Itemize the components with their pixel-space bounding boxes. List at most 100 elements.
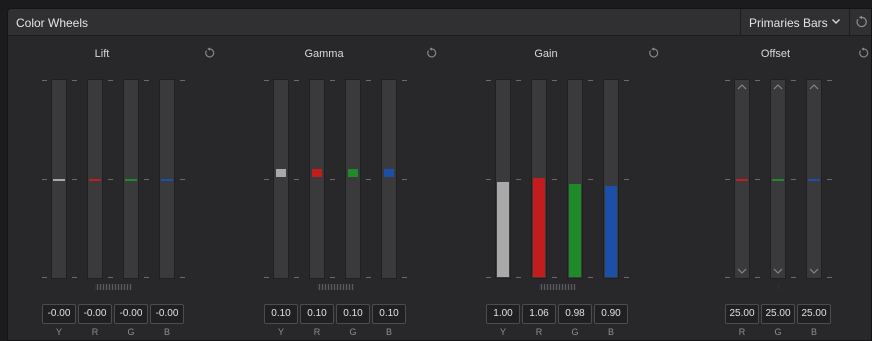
value-field-gamma-y[interactable]: 0.10 — [264, 304, 298, 324]
bar-gamma-g[interactable] — [345, 79, 361, 279]
value-field-gain-y[interactable]: 1.00 — [486, 304, 520, 324]
bar-gamma-b[interactable] — [381, 79, 397, 279]
scale-tick — [402, 179, 407, 180]
value-field-offset-g[interactable]: 25.00 — [761, 304, 795, 324]
value-field-lift-g[interactable]: -0.00 — [114, 304, 148, 324]
scale-tick — [144, 179, 149, 180]
bar-gain-y[interactable] — [495, 79, 511, 279]
chevron-down-icon — [809, 268, 819, 274]
bar-gain-r[interactable] — [531, 79, 547, 279]
bar-gamma-y[interactable] — [273, 79, 289, 279]
scale-tick — [486, 80, 491, 81]
bar-fill-g — [569, 184, 581, 277]
scale-tick — [588, 277, 593, 278]
scale-tick — [72, 80, 77, 81]
channel-label-y: Y — [55, 327, 62, 337]
scale-tick — [294, 277, 299, 278]
bar-lift-r[interactable] — [87, 79, 103, 279]
scale-tick — [144, 80, 149, 81]
value-field-gamma-g[interactable]: 0.10 — [336, 304, 370, 324]
value-field-lift-y[interactable]: -0.00 — [42, 304, 76, 324]
value-field-lift-b[interactable]: -0.00 — [150, 304, 184, 324]
bar-gamma-r[interactable] — [309, 79, 325, 279]
master-jog-wheel-lift[interactable] — [43, 282, 184, 292]
chevron-down-icon — [832, 19, 840, 24]
wheel-gamma: Gamma 0.10 Y 0.10 R 0.10 G 0.10 B — [244, 36, 454, 340]
reset-all-icon[interactable] — [855, 15, 869, 29]
value-field-gamma-b[interactable]: 0.10 — [372, 304, 406, 324]
scale-tick — [180, 277, 185, 278]
bar-fill-r — [533, 178, 545, 277]
bar-marker-r — [89, 179, 101, 181]
scale-tick — [588, 80, 593, 81]
scale-tick — [264, 277, 269, 278]
channel-label-g: G — [571, 327, 579, 337]
bar-marker-b — [808, 179, 820, 181]
scale-tick — [486, 179, 491, 180]
scale-tick — [486, 277, 491, 278]
value-field-offset-b[interactable]: 25.00 — [797, 304, 831, 324]
scale-tick — [624, 80, 629, 81]
scale-tick — [108, 179, 113, 180]
bar-lift-b[interactable] — [159, 79, 175, 279]
scale-tick — [294, 80, 299, 81]
bar-lift-g[interactable] — [123, 79, 139, 279]
master-jog-wheel-gamma[interactable] — [265, 282, 406, 292]
bar-marker-y — [53, 179, 65, 181]
channel-label-r: R — [738, 327, 746, 337]
channel-label-y: Y — [499, 327, 506, 337]
bar-offset-g[interactable] — [770, 79, 786, 279]
mode-dropdown[interactable]: Primaries Bars — [740, 9, 850, 35]
reset-offset-icon[interactable] — [858, 47, 870, 59]
channel-label-g: G — [349, 327, 357, 337]
chevron-up-icon — [737, 84, 747, 90]
chevron-down-icon — [737, 268, 747, 274]
channel-label-b: B — [163, 327, 170, 337]
scale-tick — [366, 179, 371, 180]
wheel-title-lift: Lift — [94, 48, 110, 60]
bar-marker-b — [161, 179, 173, 181]
scale-tick — [725, 179, 730, 180]
bar-marker-g — [348, 169, 358, 177]
bar-gain-b[interactable] — [603, 79, 619, 279]
channel-label-b: B — [607, 327, 614, 337]
master-jog-wheel-offset[interactable] — [726, 282, 831, 292]
scale-tick — [330, 80, 335, 81]
bar-fill-y — [497, 182, 509, 277]
scale-tick — [42, 80, 47, 81]
color-wheels-panel: Color Wheels Primaries Bars Lift -0.00 Y -0… — [7, 8, 872, 341]
scale-tick — [72, 277, 77, 278]
wheel-gain: Gain 1.00 Y 1.06 R 0.98 G 0.90 B — [466, 36, 676, 340]
scale-tick — [516, 179, 521, 180]
panel-header: Color Wheels Primaries Bars — [8, 9, 871, 36]
reset-gain-icon[interactable] — [648, 47, 660, 59]
value-field-gain-b[interactable]: 0.90 — [594, 304, 628, 324]
chevron-up-icon — [773, 84, 783, 90]
scale-tick — [624, 179, 629, 180]
value-field-gain-g[interactable]: 0.98 — [558, 304, 592, 324]
bar-marker-y — [276, 169, 286, 177]
scale-tick — [791, 179, 796, 180]
value-field-lift-r[interactable]: -0.00 — [78, 304, 112, 324]
scale-tick — [180, 80, 185, 81]
value-field-offset-r[interactable]: 25.00 — [725, 304, 759, 324]
master-jog-wheel-gain[interactable] — [487, 282, 628, 292]
reset-gamma-icon[interactable] — [426, 47, 438, 59]
scale-tick — [791, 80, 796, 81]
scale-tick — [402, 80, 407, 81]
bar-offset-b[interactable] — [806, 79, 822, 279]
scale-tick — [402, 277, 407, 278]
channel-label-g: G — [127, 327, 135, 337]
channel-label-b: B — [810, 327, 817, 337]
bar-offset-r[interactable] — [734, 79, 750, 279]
value-field-gain-r[interactable]: 1.06 — [522, 304, 556, 324]
value-field-gamma-r[interactable]: 0.10 — [300, 304, 334, 324]
scale-tick — [827, 179, 832, 180]
bar-lift-y[interactable] — [51, 79, 67, 279]
channel-label-g: G — [774, 327, 782, 337]
scale-tick — [552, 179, 557, 180]
chevron-up-icon — [809, 84, 819, 90]
reset-lift-icon[interactable] — [204, 47, 216, 59]
bar-gain-g[interactable] — [567, 79, 583, 279]
scale-tick — [755, 80, 760, 81]
